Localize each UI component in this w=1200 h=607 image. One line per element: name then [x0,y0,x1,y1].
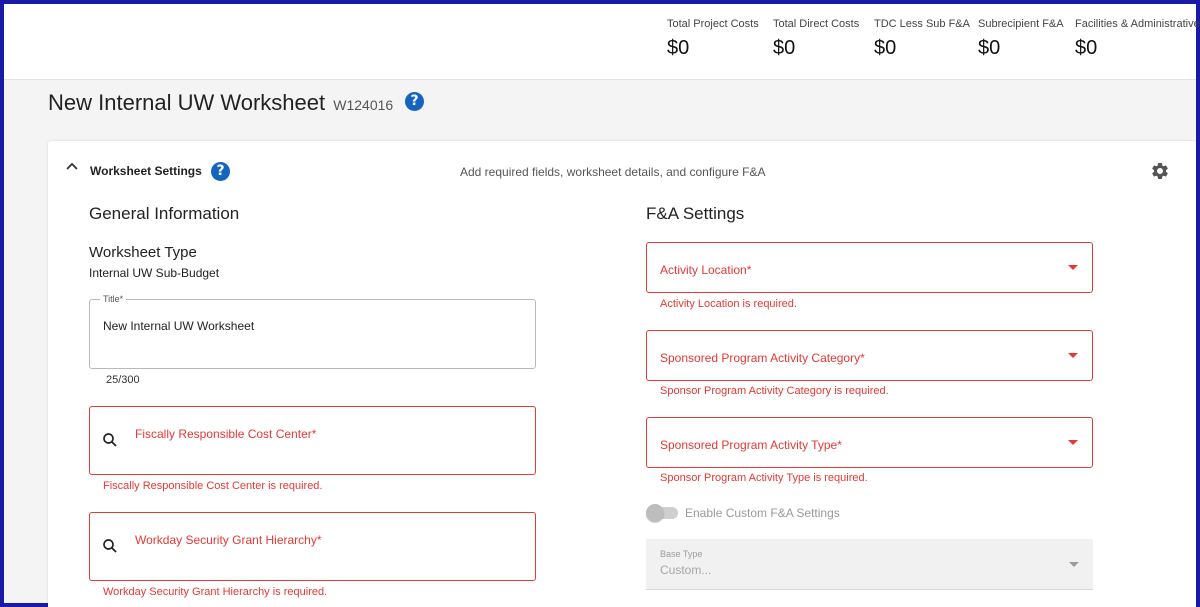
cost-center-error: Fiscally Responsible Cost Center is requ… [103,480,323,492]
base-type-label: Base Type [660,549,703,559]
activity-category-select[interactable]: Sponsored Program Activity Category* [646,330,1093,381]
search-icon [103,433,117,447]
grant-hierarchy-error: Workday Security Grant Hierarchy is requ… [103,586,328,598]
worksheet-type-label: Worksheet Type [89,244,197,261]
cost-subrecipient-fa: Subrecipient F&A $0 [978,18,1064,60]
custom-fa-toggle-label: Enable Custom F&A Settings [685,506,840,520]
dropdown-caret-icon [1069,562,1079,567]
title-field[interactable]: Title* New Internal UW Worksheet [89,294,536,369]
cost-value: $0 [667,37,690,59]
dropdown-caret-icon [1068,265,1078,270]
dropdown-caret-icon [1068,440,1078,445]
section-title[interactable]: Worksheet Settings [90,164,202,178]
cost-label: Subrecipient F&A [978,18,1064,30]
custom-fa-toggle[interactable] [646,504,678,522]
base-type-value: Custom... [660,563,712,577]
base-type-select[interactable]: Base Type Custom... [646,539,1093,590]
general-information-heading: General Information [89,204,240,223]
cost-total-project: Total Project Costs $0 [667,18,759,60]
dropdown-caret-icon [1068,353,1078,358]
cost-value: $0 [1075,37,1098,59]
gear-icon[interactable] [1150,161,1170,181]
worksheet-id: W124016 [333,97,394,113]
activity-location-label: Activity Location* [660,263,752,277]
title-field-value[interactable]: New Internal UW Worksheet [103,319,254,333]
cost-label: TDC Less Sub F&A [874,18,970,30]
cost-facilities-admin: Facilities & Administrative $0 [1075,18,1200,60]
section-subtitle: Add required fields, worksheet details, … [460,165,766,179]
cost-label: Facilities & Administrative [1075,18,1200,30]
cost-value: $0 [874,37,897,59]
cost-center-label: Fiscally Responsible Cost Center* [135,427,317,441]
fa-settings-heading: F&A Settings [646,204,745,223]
toggle-knob [646,504,664,522]
worksheet-settings-card: Worksheet Settings ? Add required fields… [48,141,1196,607]
chevron-up-icon[interactable] [66,161,78,171]
help-icon[interactable]: ? [211,162,230,181]
cost-center-field[interactable]: Fiscally Responsible Cost Center* [89,406,536,475]
activity-location-error: Activity Location is required. [660,298,797,310]
activity-type-label: Sponsored Program Activity Type* [660,438,842,452]
cost-summary-bar: Total Project Costs $0 Total Direct Cost… [4,4,1200,80]
title-field-label: Title* [100,294,127,304]
search-icon [103,539,117,553]
cost-value: $0 [978,37,1001,59]
activity-location-select[interactable]: Activity Location* [646,242,1093,293]
activity-category-label: Sponsored Program Activity Category* [660,351,865,365]
cost-total-direct: Total Direct Costs $0 [773,18,859,60]
cost-label: Total Project Costs [667,18,759,30]
help-icon[interactable]: ? [405,92,424,111]
page-title-text: New Internal UW Worksheet [48,90,326,115]
grant-hierarchy-label: Workday Security Grant Hierarchy* [135,533,322,547]
title-char-counter: 25/300 [106,374,140,386]
activity-category-error: Sponsor Program Activity Category is req… [660,385,889,397]
cost-tdc-less-sub-fa: TDC Less Sub F&A $0 [874,18,970,60]
grant-hierarchy-field[interactable]: Workday Security Grant Hierarchy* [89,512,536,581]
page-title: New Internal UW Worksheet W124016 ? [48,90,424,116]
activity-type-error: Sponsor Program Activity Type is require… [660,472,868,484]
worksheet-type-value: Internal UW Sub-Budget [89,266,220,280]
cost-value: $0 [773,37,796,59]
activity-type-select[interactable]: Sponsored Program Activity Type* [646,417,1093,468]
cost-label: Total Direct Costs [773,18,860,30]
